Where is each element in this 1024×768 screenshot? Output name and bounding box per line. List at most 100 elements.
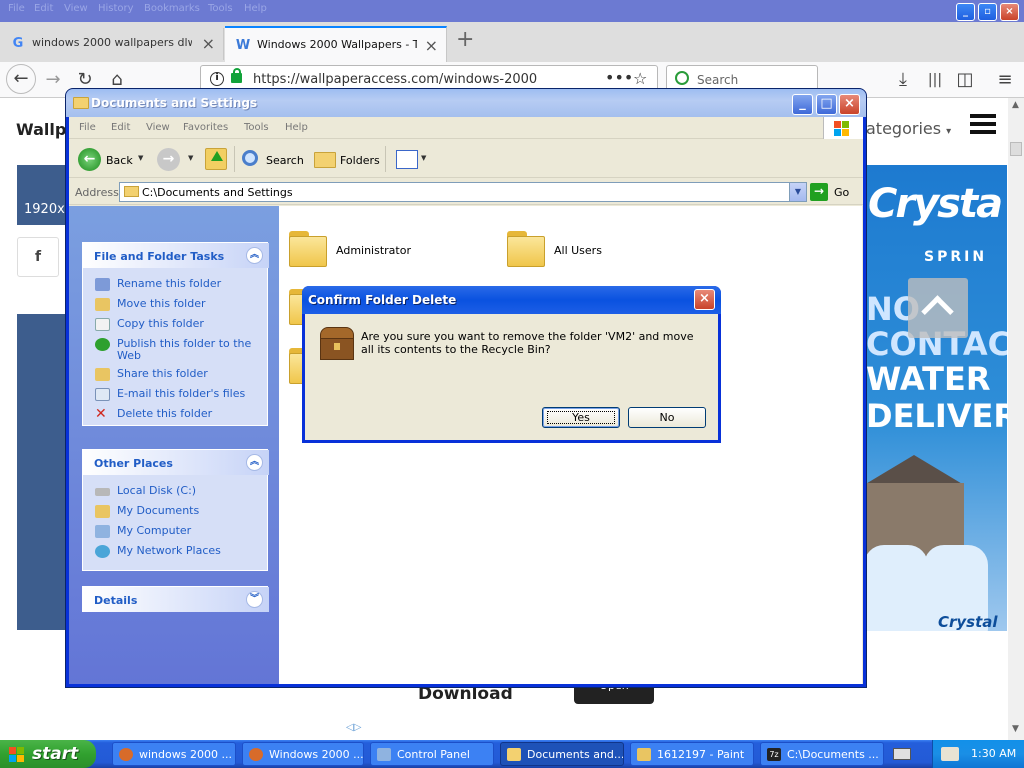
lock-icon[interactable]	[231, 68, 242, 83]
keyboard-language-icon[interactable]	[893, 748, 911, 760]
taskbar-item-control-panel[interactable]: Control Panel	[370, 742, 494, 766]
categories-label[interactable]: ategories	[866, 119, 941, 138]
place-label[interactable]: Local Disk (C:)	[117, 485, 267, 497]
info-icon[interactable]: i	[210, 72, 224, 86]
address-dropdown-icon[interactable]: ▼	[789, 183, 806, 201]
no-button[interactable]: No	[628, 407, 706, 428]
views-dropdown-icon[interactable]: ▼	[421, 154, 426, 162]
folder-icon[interactable]	[507, 231, 545, 267]
dialog-close-button[interactable]: ×	[694, 289, 715, 310]
folders-icon[interactable]	[314, 152, 336, 168]
menu-edit[interactable]: Edit	[34, 3, 53, 14]
clock[interactable]: 1:30 AM	[971, 747, 1016, 760]
task-label[interactable]: E-mail this folder's files	[117, 388, 267, 400]
menu-tools[interactable]: Tools	[244, 122, 269, 133]
collapse-chevron-icon[interactable]: ︽	[246, 247, 263, 264]
expand-chevron-icon[interactable]: ︾	[246, 591, 263, 608]
sidebar-icon[interactable]: ◫	[952, 67, 978, 93]
views-icon[interactable]	[396, 150, 418, 169]
address-value[interactable]: C:\Documents and Settings	[142, 186, 293, 199]
advertisement-banner[interactable]: Crysta SPRIN NO CONTAC WATER DELIVER Cry…	[864, 165, 1007, 631]
bookmark-star-icon[interactable]: ☆	[633, 69, 647, 88]
page-scrollbar[interactable]: ▲ ▼	[1008, 98, 1024, 740]
panel-header[interactable]: File and Folder Tasks ︽	[83, 243, 269, 268]
site-menu-icon[interactable]	[970, 114, 996, 136]
minimize-button[interactable]: _	[792, 94, 813, 115]
yes-button[interactable]: Yes	[542, 407, 620, 428]
forward-arrow-icon[interactable]: →	[40, 67, 66, 93]
taskbar-item-firefox-1[interactable]: windows 2000 ...	[112, 742, 236, 766]
downloads-icon[interactable]: ⤓	[890, 67, 916, 93]
back-arrow-icon[interactable]: ←	[78, 148, 101, 171]
task-label[interactable]: Copy this folder	[117, 318, 267, 330]
search-icon[interactable]	[242, 150, 258, 166]
forward-dropdown-icon[interactable]: ▼	[188, 154, 193, 162]
maximize-button[interactable]: □	[816, 94, 837, 115]
close-button[interactable]: ×	[839, 94, 860, 115]
go-button-label[interactable]: Go	[834, 186, 849, 199]
menu-view[interactable]: View	[64, 3, 88, 14]
place-label[interactable]: My Network Places	[117, 545, 267, 557]
explorer-title-bar[interactable]: Documents and Settings _ □ ×	[66, 89, 866, 117]
menu-history[interactable]: History	[98, 3, 134, 14]
close-button[interactable]: ×	[1000, 3, 1019, 21]
tab-close-icon[interactable]: ×	[202, 34, 215, 53]
tray-icon[interactable]	[941, 747, 959, 761]
menu-file[interactable]: File	[8, 3, 25, 14]
back-button-label[interactable]: Back	[106, 154, 133, 167]
menu-file[interactable]: File	[79, 122, 96, 133]
categories-menu[interactable]: ategories ▾	[866, 119, 951, 138]
menu-view[interactable]: View	[146, 122, 170, 133]
taskbar-item-7zip[interactable]: 7z C:\Documents ...	[760, 742, 884, 766]
address-input[interactable]: C:\Documents and Settings ▼	[119, 182, 807, 202]
folder-name[interactable]: Administrator	[336, 244, 411, 257]
forward-arrow-icon[interactable]: →	[157, 148, 180, 171]
url-text[interactable]: https://wallpaperaccess.com/windows-2000	[253, 72, 537, 87]
menu-edit[interactable]: Edit	[111, 122, 130, 133]
wallpaper-thumbnail[interactable]	[17, 314, 67, 630]
taskbar-item-paint[interactable]: 1612197 - Paint	[630, 742, 754, 766]
back-arrow-icon[interactable]: ←	[6, 64, 36, 94]
task-label[interactable]: Rename this folder	[117, 278, 267, 290]
up-folder-icon[interactable]	[205, 148, 227, 170]
taskbar-item-firefox-2[interactable]: Windows 2000 ...	[242, 742, 364, 766]
ad-choices-icon[interactable]: ◁▷	[346, 722, 361, 733]
task-label[interactable]: Publish this folder to the Web	[117, 338, 267, 362]
panel-header[interactable]: Details ︾	[83, 587, 269, 612]
tab-google-search[interactable]: G windows 2000 wallpapers dlwnpa ×	[0, 28, 224, 60]
facebook-share-icon[interactable]: f	[17, 237, 59, 277]
restore-button[interactable]: ▫	[978, 3, 997, 21]
hamburger-menu-icon[interactable]: ≡	[992, 67, 1018, 93]
menu-favorites[interactable]: Favorites	[183, 122, 228, 133]
search-button-label[interactable]: Search	[266, 154, 304, 167]
scroll-down-icon[interactable]: ▼	[1012, 724, 1019, 734]
scroll-to-top-button[interactable]	[908, 278, 968, 338]
taskbar-item-documents[interactable]: Documents and...	[500, 742, 624, 766]
folder-name[interactable]: All Users	[554, 244, 602, 257]
place-label[interactable]: My Computer	[117, 525, 267, 537]
panel-header[interactable]: Other Places ︽	[83, 450, 269, 475]
dialog-title-bar[interactable]: Confirm Folder Delete ×	[302, 286, 721, 314]
new-tab-plus-icon[interactable]: +	[456, 27, 474, 52]
folders-button-label[interactable]: Folders	[340, 154, 380, 167]
back-dropdown-icon[interactable]: ▼	[138, 154, 143, 162]
go-arrow-icon[interactable]: →	[810, 183, 828, 201]
folder-icon[interactable]	[289, 231, 327, 267]
scrollbar-thumb[interactable]	[1010, 142, 1022, 156]
tab-close-icon[interactable]: ×	[425, 36, 438, 55]
task-label[interactable]: Move this folder	[117, 298, 267, 310]
scroll-up-icon[interactable]: ▲	[1012, 100, 1019, 110]
collapse-chevron-icon[interactable]: ︽	[246, 454, 263, 471]
task-label[interactable]: Delete this folder	[117, 408, 267, 420]
task-label[interactable]: Share this folder	[117, 368, 267, 380]
menu-help[interactable]: Help	[244, 3, 267, 14]
tab-wallpaperaccess[interactable]: W Windows 2000 Wallpapers - Top Fr ×	[225, 26, 447, 62]
place-label[interactable]: My Documents	[117, 505, 267, 517]
start-button[interactable]: start	[0, 740, 96, 768]
menu-help[interactable]: Help	[285, 122, 308, 133]
minimize-button[interactable]: _	[956, 3, 975, 21]
library-icon[interactable]: |||	[922, 67, 948, 93]
menu-bookmarks[interactable]: Bookmarks	[144, 3, 200, 14]
page-actions-icon[interactable]: •••	[605, 68, 633, 87]
menu-tools[interactable]: Tools	[208, 3, 233, 14]
